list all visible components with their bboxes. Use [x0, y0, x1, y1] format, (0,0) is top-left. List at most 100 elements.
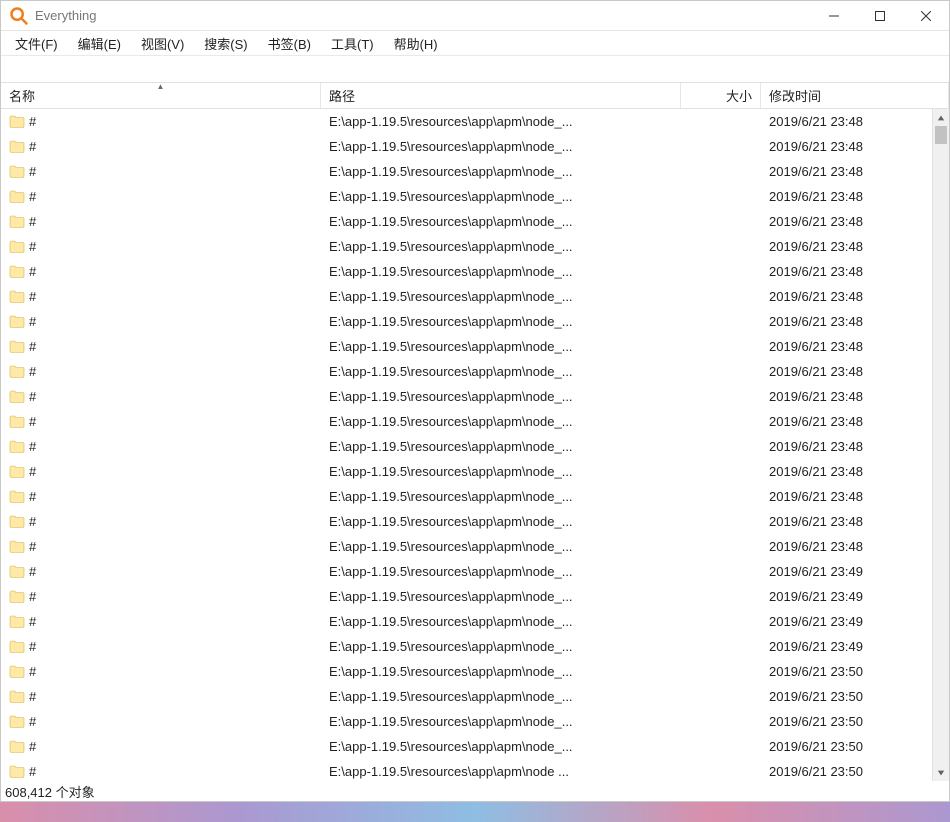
cell-path: E:\app-1.19.5\resources\app\apm\node_...	[321, 289, 681, 304]
cell-date: 2019/6/21 23:48	[761, 114, 949, 129]
cell-name: #	[1, 264, 321, 280]
folder-icon	[9, 639, 25, 655]
close-button[interactable]	[903, 1, 949, 30]
table-row[interactable]: #E:\app-1.19.5\resources\app\apm\node_..…	[1, 734, 949, 759]
cell-path: E:\app-1.19.5\resources\app\apm\node_...	[321, 464, 681, 479]
header-size[interactable]: 大小	[681, 83, 761, 108]
item-name: #	[29, 114, 36, 129]
menu-help[interactable]: 帮助(H)	[384, 32, 448, 55]
menu-search[interactable]: 搜索(S)	[194, 32, 257, 55]
titlebar[interactable]: Everything	[1, 1, 949, 31]
folder-icon	[9, 539, 25, 555]
table-row[interactable]: #E:\app-1.19.5\resources\app\apm\node_..…	[1, 709, 949, 734]
cell-date: 2019/6/21 23:48	[761, 339, 949, 354]
table-row[interactable]: #E:\app-1.19.5\resources\app\apm\node_..…	[1, 109, 949, 134]
table-row[interactable]: #E:\app-1.19.5\resources\app\apm\node_..…	[1, 259, 949, 284]
cell-date: 2019/6/21 23:50	[761, 739, 949, 754]
table-row[interactable]: #E:\app-1.19.5\resources\app\apm\node_..…	[1, 609, 949, 634]
scrollbar-track[interactable]	[933, 126, 949, 764]
item-name: #	[29, 739, 36, 754]
table-row[interactable]: #E:\app-1.19.5\resources\app\apm\node_..…	[1, 684, 949, 709]
cell-path: E:\app-1.19.5\resources\app\apm\node_...	[321, 714, 681, 729]
cell-date: 2019/6/21 23:48	[761, 314, 949, 329]
table-row[interactable]: #E:\app-1.19.5\resources\app\apm\node_..…	[1, 234, 949, 259]
cell-name: #	[1, 514, 321, 530]
menu-view[interactable]: 视图(V)	[131, 32, 194, 55]
minimize-button[interactable]	[811, 1, 857, 30]
desktop-strip	[0, 802, 950, 822]
table-row[interactable]: #E:\app-1.19.5\resources\app\apm\node_..…	[1, 309, 949, 334]
menu-bookmarks[interactable]: 书签(B)	[258, 32, 321, 55]
item-name: #	[29, 564, 36, 579]
maximize-button[interactable]	[857, 1, 903, 30]
results-area: #E:\app-1.19.5\resources\app\apm\node_..…	[1, 109, 949, 781]
cell-name: #	[1, 464, 321, 480]
table-row[interactable]: #E:\app-1.19.5\resources\app\apm\node_..…	[1, 209, 949, 234]
cell-name: #	[1, 339, 321, 355]
item-name: #	[29, 189, 36, 204]
status-count: 608,412 个对象	[5, 782, 95, 801]
scroll-down-button[interactable]	[933, 764, 949, 781]
cell-path: E:\app-1.19.5\resources\app\apm\node_...	[321, 539, 681, 554]
folder-icon	[9, 589, 25, 605]
table-row[interactable]: #E:\app-1.19.5\resources\app\apm\node_..…	[1, 634, 949, 659]
results-list[interactable]: #E:\app-1.19.5\resources\app\apm\node_..…	[1, 109, 949, 781]
cell-name: #	[1, 239, 321, 255]
header-date[interactable]: 修改时间	[761, 83, 949, 108]
item-name: #	[29, 539, 36, 554]
cell-path: E:\app-1.19.5\resources\app\apm\node ...	[321, 764, 681, 779]
cell-path: E:\app-1.19.5\resources\app\apm\node_...	[321, 664, 681, 679]
table-row[interactable]: #E:\app-1.19.5\resources\app\apm\node_..…	[1, 359, 949, 384]
item-name: #	[29, 639, 36, 654]
table-row[interactable]: #E:\app-1.19.5\resources\app\apm\node_..…	[1, 134, 949, 159]
table-row[interactable]: #E:\app-1.19.5\resources\app\apm\node_..…	[1, 659, 949, 684]
table-row[interactable]: #E:\app-1.19.5\resources\app\apm\node_..…	[1, 159, 949, 184]
item-name: #	[29, 314, 36, 329]
cell-date: 2019/6/21 23:48	[761, 464, 949, 479]
menu-edit[interactable]: 编辑(E)	[68, 32, 131, 55]
table-row[interactable]: #E:\app-1.19.5\resources\app\apm\node_..…	[1, 409, 949, 434]
table-row[interactable]: #E:\app-1.19.5\resources\app\apm\node_..…	[1, 184, 949, 209]
folder-icon	[9, 189, 25, 205]
scroll-up-button[interactable]	[933, 109, 949, 126]
cell-path: E:\app-1.19.5\resources\app\apm\node_...	[321, 689, 681, 704]
menu-file[interactable]: 文件(F)	[5, 32, 68, 55]
scrollbar-thumb[interactable]	[935, 126, 947, 144]
header-name[interactable]: ▲ 名称	[1, 83, 321, 108]
folder-icon	[9, 314, 25, 330]
cell-name: #	[1, 739, 321, 755]
folder-icon	[9, 164, 25, 180]
item-name: #	[29, 589, 36, 604]
table-row[interactable]: #E:\app-1.19.5\resources\app\apm\node ..…	[1, 759, 949, 781]
table-row[interactable]: # E:\app-1.19.5\resources\app\apm\node_..…	[1, 534, 949, 559]
cell-date: 2019/6/21 23:48	[761, 264, 949, 279]
table-row[interactable]: #E:\app-1.19.5\resources\app\apm\node_..…	[1, 284, 949, 309]
cell-date: 2019/6/21 23:48	[761, 514, 949, 529]
search-input[interactable]	[1, 56, 949, 82]
vertical-scrollbar[interactable]	[932, 109, 949, 781]
cell-path: E:\app-1.19.5\resources\app\apm\node_...	[321, 489, 681, 504]
folder-icon	[9, 289, 25, 305]
cell-date: 2019/6/21 23:48	[761, 489, 949, 504]
table-row[interactable]: #E:\app-1.19.5\resources\app\apm\node_..…	[1, 384, 949, 409]
folder-icon	[9, 664, 25, 680]
cell-date: 2019/6/21 23:48	[761, 214, 949, 229]
table-row[interactable]: #E:\app-1.19.5\resources\app\apm\node_..…	[1, 334, 949, 359]
folder-icon	[9, 714, 25, 730]
cell-name: #	[1, 539, 321, 555]
table-row[interactable]: #E:\app-1.19.5\resources\app\apm\node_..…	[1, 484, 949, 509]
cell-date: 2019/6/21 23:50	[761, 689, 949, 704]
cell-path: E:\app-1.19.5\resources\app\apm\node_...	[321, 514, 681, 529]
folder-icon	[9, 339, 25, 355]
folder-icon	[9, 264, 25, 280]
header-path-label: 路径	[329, 86, 355, 105]
cell-name: #	[1, 489, 321, 505]
item-name: #	[29, 439, 36, 454]
table-row[interactable]: #E:\app-1.19.5\resources\app\apm\node_..…	[1, 584, 949, 609]
table-row[interactable]: #E:\app-1.19.5\resources\app\apm\node_..…	[1, 559, 949, 584]
header-path[interactable]: 路径	[321, 83, 681, 108]
table-row[interactable]: #E:\app-1.19.5\resources\app\apm\node_..…	[1, 509, 949, 534]
table-row[interactable]: #E:\app-1.19.5\resources\app\apm\node_..…	[1, 434, 949, 459]
menu-tools[interactable]: 工具(T)	[321, 32, 384, 55]
table-row[interactable]: #E:\app-1.19.5\resources\app\apm\node_..…	[1, 459, 949, 484]
